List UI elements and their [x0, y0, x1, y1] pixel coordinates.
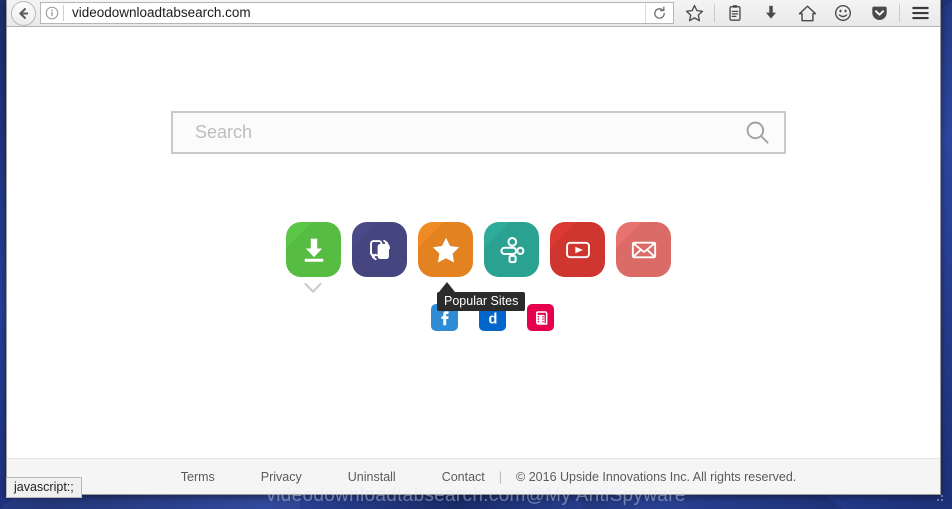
navigation-toolbar: videodownloadtabsearch.com: [7, 0, 940, 27]
browser-window: videodownloadtabsearch.com Search Popula…: [6, 0, 941, 495]
footer-separator: |: [498, 469, 503, 484]
toolbar-icon-group: [676, 0, 938, 26]
chevron-down-icon[interactable]: [303, 281, 323, 295]
app-tile-row: [286, 222, 671, 277]
convert-tile[interactable]: [352, 222, 407, 277]
library-icon[interactable]: [717, 0, 753, 26]
reload-button[interactable]: [645, 3, 673, 23]
popular-sites-tooltip: Popular Sites: [437, 292, 526, 311]
home-icon[interactable]: [789, 0, 825, 26]
search-form[interactable]: [171, 111, 786, 154]
film-strip-icon: [535, 310, 547, 325]
download-arrow-icon: [304, 238, 323, 262]
uninstall-link[interactable]: Uninstall: [348, 470, 396, 484]
hamburger-menu-icon[interactable]: [902, 0, 938, 26]
download-tile[interactable]: [286, 222, 341, 277]
info-icon[interactable]: [41, 6, 63, 20]
movies-site-tile[interactable]: [527, 304, 554, 331]
mail-tile[interactable]: [616, 222, 671, 277]
copyright-text: © 2016 Upside Innovations Inc. All right…: [516, 469, 797, 484]
pocket-icon[interactable]: [861, 0, 897, 26]
sitemap-icon: [499, 236, 524, 263]
privacy-link[interactable]: Privacy: [261, 470, 302, 484]
play-video-icon: [565, 241, 590, 258]
url-bar[interactable]: videodownloadtabsearch.com: [40, 2, 674, 24]
bookmark-star-icon[interactable]: [676, 0, 712, 26]
magnifier-icon: [746, 121, 768, 144]
back-arrow-icon: [19, 7, 29, 19]
contact-link[interactable]: Contact: [442, 470, 485, 484]
tooltip-caret: [439, 282, 455, 292]
favorites-tile[interactable]: [418, 222, 473, 277]
reload-icon: [654, 6, 665, 19]
downloads-icon[interactable]: [753, 0, 789, 26]
envelope-icon: [631, 241, 656, 258]
status-link-preview: javascript:;: [6, 477, 82, 498]
star-icon: [432, 237, 459, 263]
url-text[interactable]: videodownloadtabsearch.com: [64, 3, 645, 23]
file-transfer-icon: [369, 239, 390, 260]
footer-links: Terms Privacy Uninstall Contact | © 2016…: [181, 470, 797, 484]
back-button[interactable]: [11, 0, 36, 26]
search-area: [171, 111, 786, 154]
search-input[interactable]: [195, 122, 740, 143]
page-footer: Terms Privacy Uninstall Contact | © 2016…: [7, 458, 940, 494]
page-content: Popular Sites d: [7, 27, 940, 494]
network-tile[interactable]: [484, 222, 539, 277]
toolbar-divider: [714, 4, 715, 22]
svg-text:d: d: [488, 311, 497, 327]
sync-smiley-icon[interactable]: [825, 0, 861, 26]
resize-grip[interactable]: [934, 492, 943, 501]
youtube-tile[interactable]: [550, 222, 605, 277]
search-submit-button[interactable]: [740, 116, 774, 150]
toolbar-divider: [899, 4, 900, 22]
terms-link[interactable]: Terms: [181, 470, 215, 484]
